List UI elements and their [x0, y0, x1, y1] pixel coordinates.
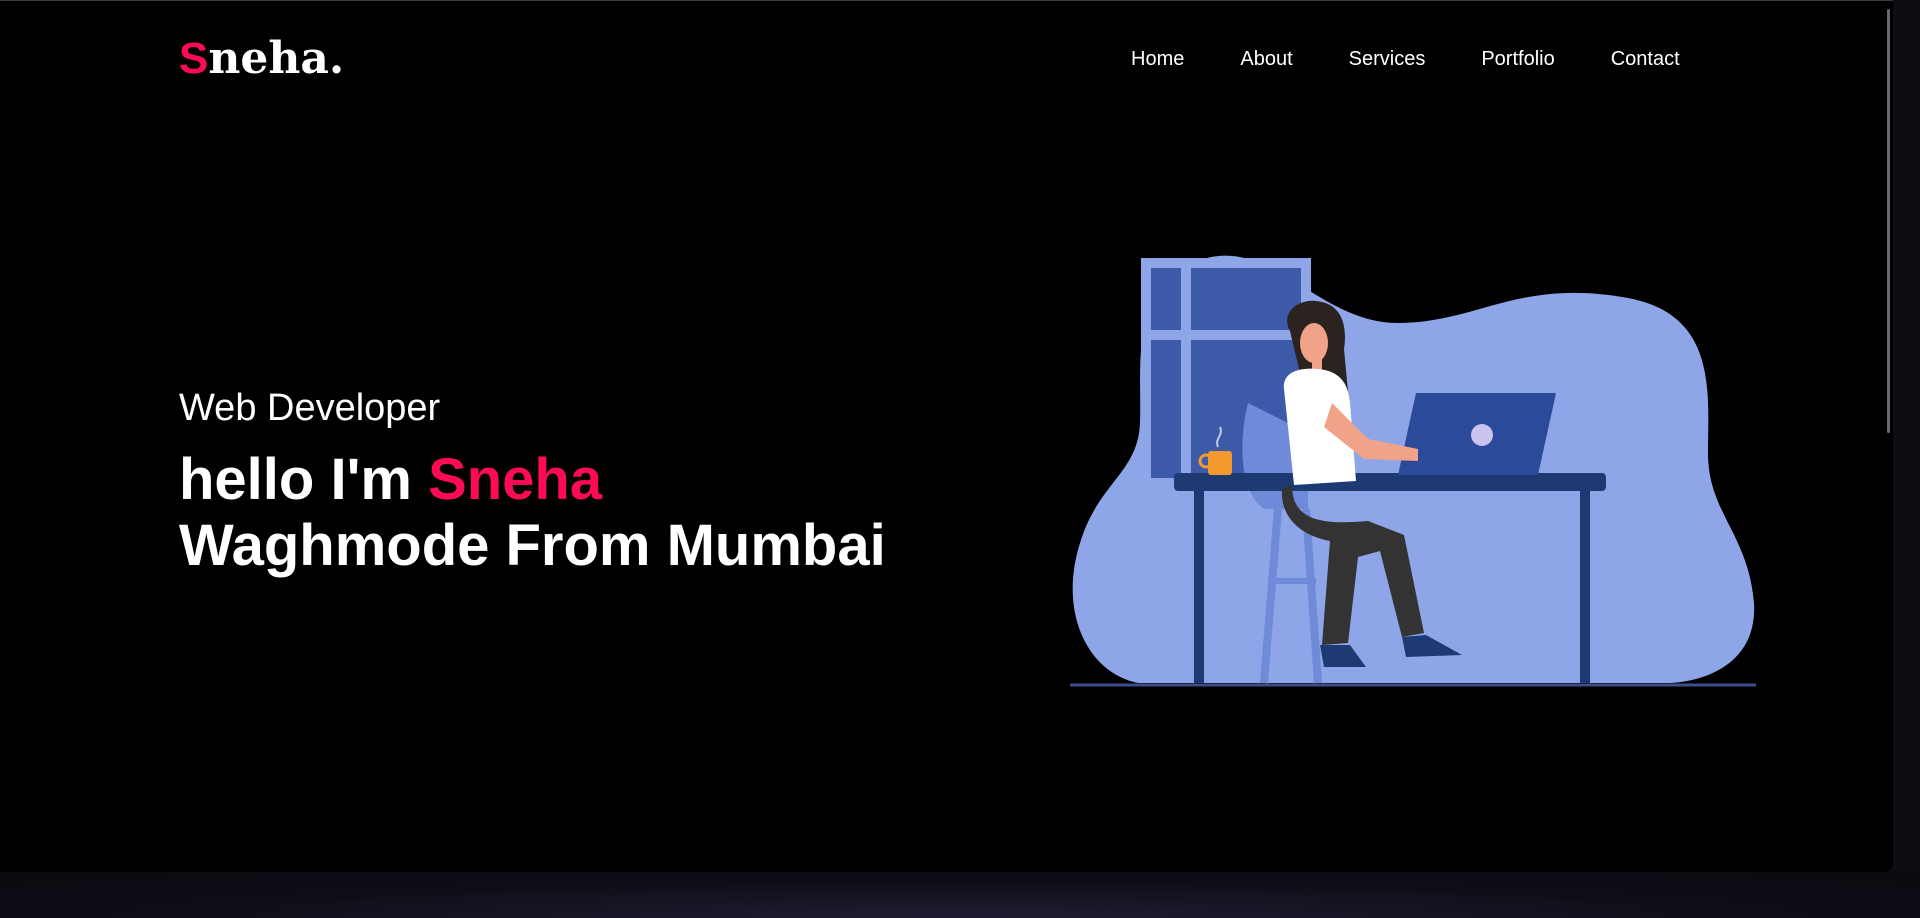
desktop-background — [0, 872, 1920, 918]
nav-about[interactable]: About — [1240, 45, 1292, 73]
logo-initial: S — [179, 34, 209, 83]
hero-text: Web Developer hello I'm Sneha Waghmode F… — [179, 385, 886, 579]
headline-line-2: Waghmode From Mumbai — [179, 513, 886, 578]
headline-greeting: hello I'm — [179, 447, 429, 512]
browser-viewport: Sneha. Home About Services Portfolio Con… — [0, 0, 1893, 873]
logo-text: neha. — [208, 33, 345, 84]
site-logo[interactable]: Sneha. — [179, 34, 344, 84]
headline-line-1: hello I'm Sneha — [179, 447, 886, 513]
nav-home[interactable]: Home — [1131, 45, 1184, 73]
scrollbar-thumb[interactable] — [1887, 9, 1890, 433]
laptop-icon — [1398, 393, 1556, 475]
hero-headline: hello I'm Sneha Waghmode From Mumbai — [179, 447, 886, 579]
main-nav: Home About Services Portfolio Contact — [1131, 45, 1680, 73]
hero-role: Web Developer — [179, 387, 441, 429]
nav-portfolio[interactable]: Portfolio — [1481, 45, 1554, 73]
nav-services[interactable]: Services — [1349, 45, 1426, 73]
hero-illustration — [1070, 255, 1756, 687]
nav-contact[interactable]: Contact — [1611, 45, 1680, 73]
headline-name: Sneha — [428, 447, 603, 512]
